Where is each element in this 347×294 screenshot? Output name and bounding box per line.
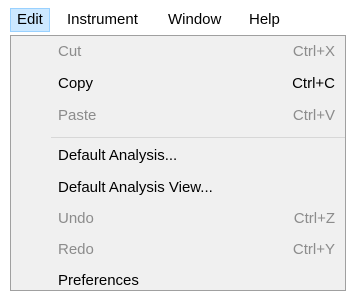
menu-item-default-analysis-view[interactable]: Default Analysis View... xyxy=(11,175,345,201)
menu-item-label: Default Analysis... xyxy=(58,147,178,164)
menu-window[interactable]: Window xyxy=(162,8,227,32)
menu-item-paste[interactable]: Paste Ctrl+V xyxy=(11,103,345,129)
menu-item-label: Default Analysis View... xyxy=(58,179,213,196)
menu-item-label: Preferences xyxy=(58,272,139,289)
menu-item-shortcut: Ctrl+C xyxy=(292,75,335,92)
menu-item-label: Redo xyxy=(58,241,94,258)
menu-item-undo[interactable]: Undo Ctrl+Z xyxy=(11,206,345,232)
menu-item-label: Cut xyxy=(58,43,82,60)
menu-item-default-analysis[interactable]: Default Analysis... xyxy=(11,143,345,169)
menu-separator xyxy=(51,137,345,138)
menu-edit[interactable]: Edit xyxy=(10,8,50,32)
menu-item-label: Paste xyxy=(58,107,97,124)
menu-help[interactable]: Help xyxy=(243,8,286,32)
menu-item-shortcut: Ctrl+Z xyxy=(293,210,335,227)
menu-item-cut[interactable]: Cut Ctrl+X xyxy=(11,39,345,65)
menu-item-redo[interactable]: Redo Ctrl+Y xyxy=(11,237,345,263)
menu-item-label: Copy xyxy=(58,75,94,92)
menu-item-preferences[interactable]: Preferences xyxy=(11,268,345,294)
menu-item-shortcut: Ctrl+X xyxy=(292,43,335,60)
menu-item-label: Undo xyxy=(58,210,94,227)
menu-item-shortcut: Ctrl+Y xyxy=(292,241,335,258)
menu-bar: Edit Instrument Window Help xyxy=(0,0,347,36)
menu-instrument[interactable]: Instrument xyxy=(61,8,144,32)
menu-item-copy[interactable]: Copy Ctrl+C xyxy=(11,71,345,97)
menu-item-shortcut: Ctrl+V xyxy=(292,107,335,124)
edit-dropdown-menu: Cut Ctrl+X Copy Ctrl+C Paste Ctrl+V Defa… xyxy=(10,35,346,291)
